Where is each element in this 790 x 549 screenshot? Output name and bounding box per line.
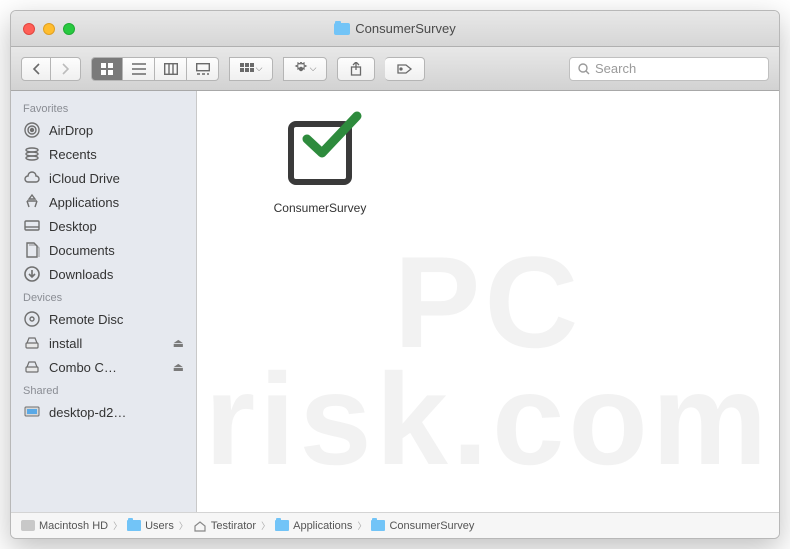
disc-icon (23, 310, 41, 328)
path-separator: 〉 (357, 519, 366, 532)
path-crumb[interactable]: Users (127, 520, 174, 532)
sidebar-item-applications[interactable]: Applications (11, 190, 196, 214)
sidebar-item-label: Recents (49, 147, 184, 162)
sidebar-item-label: Combo C… (49, 360, 165, 375)
home-icon (193, 520, 207, 532)
share-button[interactable] (337, 57, 375, 81)
path-separator: 〉 (261, 519, 270, 532)
sidebar-section-shared: Shared (11, 379, 196, 400)
gallery-view-button[interactable] (187, 57, 219, 81)
path-crumb[interactable]: Macintosh HD (21, 520, 108, 532)
arrange-group: ⌵ (229, 57, 273, 81)
path-label: Macintosh HD (39, 520, 108, 532)
zoom-button[interactable] (63, 23, 75, 35)
nav-buttons (21, 57, 81, 81)
path-separator: 〉 (179, 519, 188, 532)
downloads-icon (23, 265, 41, 283)
sidebar-item-label: desktop-d2… (49, 405, 184, 420)
sidebar-item-combo[interactable]: Combo C… ⏏ (11, 355, 196, 379)
path-label: Applications (293, 520, 352, 532)
file-label: ConsumerSurvey (255, 201, 385, 215)
sidebar-item-downloads[interactable]: Downloads (11, 262, 196, 286)
list-view-button[interactable] (123, 57, 155, 81)
app-icon (278, 111, 362, 195)
close-button[interactable] (23, 23, 35, 35)
window-title-text: ConsumerSurvey (355, 21, 455, 36)
window-body: Favorites AirDrop Recents iCloud Drive A… (11, 91, 779, 512)
column-view-button[interactable] (155, 57, 187, 81)
drive-icon (23, 334, 41, 352)
path-crumb[interactable]: Applications (275, 520, 352, 532)
sidebar-item-label: Remote Disc (49, 312, 184, 327)
icon-view-button[interactable] (91, 57, 123, 81)
folder-icon (371, 520, 385, 531)
path-label: Users (145, 520, 174, 532)
search-placeholder: Search (595, 61, 636, 76)
eject-icon[interactable]: ⏏ (173, 336, 184, 350)
toolbar: ⌵ ⌵ Search (11, 47, 779, 91)
path-crumb[interactable]: Testirator (193, 520, 256, 532)
sidebar-item-icloud[interactable]: iCloud Drive (11, 166, 196, 190)
folder-icon (334, 23, 350, 35)
sidebar-section-devices: Devices (11, 286, 196, 307)
sidebar-item-label: install (49, 336, 165, 351)
action-group: ⌵ (283, 57, 327, 81)
eject-icon[interactable]: ⏏ (173, 360, 184, 374)
window-controls (11, 23, 75, 35)
checkmark-icon (302, 111, 362, 161)
arrange-button[interactable]: ⌵ (229, 57, 273, 81)
folder-icon (127, 520, 141, 531)
chevron-down-icon: ⌵ (256, 63, 263, 74)
path-separator: 〉 (113, 519, 122, 532)
sidebar-item-install[interactable]: install ⏏ (11, 331, 196, 355)
applications-icon (23, 193, 41, 211)
sidebar-item-label: Applications (49, 195, 184, 210)
forward-button[interactable] (51, 57, 81, 81)
pc-icon (23, 403, 41, 421)
sidebar-item-airdrop[interactable]: AirDrop (11, 118, 196, 142)
recents-icon (23, 145, 41, 163)
sidebar-item-label: Downloads (49, 267, 184, 282)
view-buttons (91, 57, 219, 81)
folder-icon (275, 520, 289, 531)
content-area[interactable]: PC risk.com ConsumerSurvey (197, 91, 779, 512)
chevron-down-icon: ⌵ (310, 63, 317, 74)
back-button[interactable] (21, 57, 51, 81)
titlebar: ConsumerSurvey (11, 11, 779, 47)
search-field[interactable]: Search (569, 57, 769, 81)
airdrop-icon (23, 121, 41, 139)
search-icon (578, 63, 590, 75)
sidebar-item-remote-disc[interactable]: Remote Disc (11, 307, 196, 331)
drive-icon (23, 358, 41, 376)
sidebar-section-favorites: Favorites (11, 97, 196, 118)
minimize-button[interactable] (43, 23, 55, 35)
desktop-icon (23, 217, 41, 235)
sidebar-item-label: Desktop (49, 219, 184, 234)
sidebar-item-desktop[interactable]: Desktop (11, 214, 196, 238)
sidebar-item-label: iCloud Drive (49, 171, 184, 186)
finder-window: ConsumerSurvey (10, 10, 780, 539)
sidebar-item-recents[interactable]: Recents (11, 142, 196, 166)
file-item-consumersurvey[interactable]: ConsumerSurvey (255, 111, 385, 215)
path-label: Testirator (211, 520, 256, 532)
sidebar-item-label: Documents (49, 243, 184, 258)
hd-icon (21, 520, 35, 531)
path-label: ConsumerSurvey (389, 520, 474, 532)
sidebar-item-shared-pc[interactable]: desktop-d2… (11, 400, 196, 424)
window-title: ConsumerSurvey (11, 21, 779, 36)
documents-icon (23, 241, 41, 259)
sidebar-item-label: AirDrop (49, 123, 184, 138)
path-crumb[interactable]: ConsumerSurvey (371, 520, 474, 532)
sidebar[interactable]: Favorites AirDrop Recents iCloud Drive A… (11, 91, 197, 512)
tags-button[interactable] (385, 57, 425, 81)
sidebar-item-documents[interactable]: Documents (11, 238, 196, 262)
action-button[interactable]: ⌵ (283, 57, 327, 81)
cloud-icon (23, 169, 41, 187)
path-bar: Macintosh HD 〉 Users 〉 Testirator 〉 Appl… (11, 512, 779, 538)
